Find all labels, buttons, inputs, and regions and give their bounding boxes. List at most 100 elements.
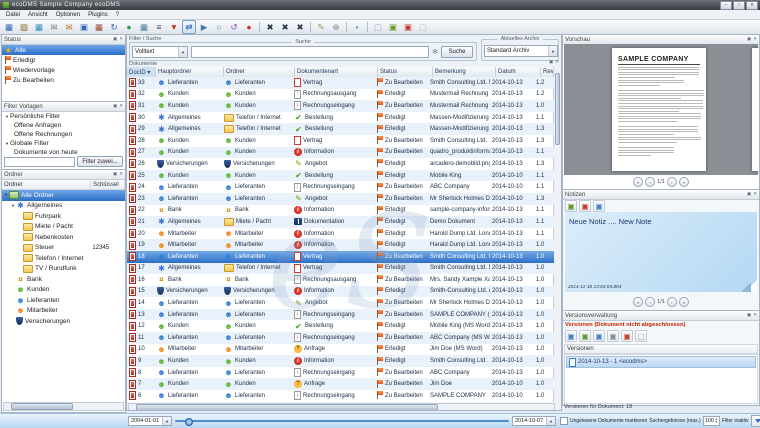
documents-vscrollbar[interactable] xyxy=(553,67,561,402)
table-row[interactable]: 20MitarbeiterMitarbeiterInformationErled… xyxy=(127,228,554,240)
filter-name-input[interactable] xyxy=(4,157,75,167)
stop-icon[interactable]: ● xyxy=(242,20,256,34)
web-icon[interactable]: ● xyxy=(122,20,136,34)
column-header-dokumentenart[interactable]: Dokumentenart xyxy=(295,67,378,77)
new-document-icon[interactable]: ▢ xyxy=(371,20,385,34)
search-input[interactable] xyxy=(191,46,429,58)
next-page-button[interactable]: › xyxy=(667,177,677,187)
minimize-button[interactable]: – xyxy=(720,1,732,10)
last-page-button[interactable]: » xyxy=(679,297,689,307)
float-icon[interactable]: ▣ xyxy=(747,192,751,197)
close-icon[interactable]: ✕ xyxy=(119,172,123,177)
blank-document-icon[interactable]: ▢ xyxy=(416,20,430,34)
date-to-picker[interactable]: 2014-10-07 ▼ xyxy=(512,416,556,426)
table-row[interactable]: 22BankBankInformationErledigtsample-comp… xyxy=(127,205,554,217)
table-row[interactable]: 25KundenKundenBestellungErledigtMobile K… xyxy=(127,170,554,182)
assign-filter-button[interactable]: Filter zuwei... xyxy=(77,156,123,167)
maximize-button[interactable]: □ xyxy=(733,1,745,10)
status-item-alle[interactable]: Alle xyxy=(2,45,125,55)
archive-icon[interactable]: ▼ xyxy=(167,20,181,34)
table-row[interactable]: 18LieferantenLieferantenVertragZu Bearbe… xyxy=(127,251,554,263)
table-row[interactable]: 16BankBankRechnungsausgangZu BearbeitenM… xyxy=(127,274,554,286)
edit-note-icon[interactable]: ▣ xyxy=(593,200,605,212)
table-row[interactable]: 30AllgemeinesTelefon / InternetBestellun… xyxy=(127,112,554,124)
archive-combobox[interactable]: Standard Archiv ▼ xyxy=(484,45,558,57)
status-item-erledigt[interactable]: Erledigt xyxy=(2,55,125,65)
version-list-item[interactable]: 2014-10-13 - 1 <ecodms> xyxy=(566,356,756,368)
versions-list-header[interactable]: Versionen xyxy=(564,344,758,354)
table-row[interactable]: 32KundenKundenRechnungsausgangErledigtMu… xyxy=(127,89,554,101)
add-note-icon[interactable]: ▣ xyxy=(565,200,577,212)
unread-checkbox[interactable] xyxy=(560,417,568,425)
folder-item-alle-ordner[interactable]: ▾Alle Ordner xyxy=(2,190,125,201)
email-add-icon[interactable]: ✉ xyxy=(62,20,76,34)
column-header-ordner[interactable]: Ordner xyxy=(2,180,91,189)
table-row[interactable]: 6LieferantenLieferantenRechnungseingangZ… xyxy=(127,390,554,402)
menu-item-item[interactable]: ? xyxy=(112,12,123,18)
table-row[interactable]: 8LieferantenLieferantenRechnungseingangZ… xyxy=(127,367,554,379)
column-header-status[interactable]: Status xyxy=(378,67,433,77)
table-row[interactable]: 9KundenKundenInformationErledigtSmith Co… xyxy=(127,355,554,367)
menu-item-ansicht[interactable]: Ansicht xyxy=(24,12,52,18)
remove-document-icon[interactable]: ▣ xyxy=(401,20,415,34)
folder-item-kunden[interactable]: Kunden xyxy=(2,285,125,296)
folder-item-allgemeines[interactable]: ▾Allgemeines xyxy=(2,201,125,212)
folder-item-steuer[interactable]: Steuer12345 xyxy=(2,243,125,254)
table-row[interactable]: 27KundenKundenInformationZu Bearbeitenqu… xyxy=(127,147,554,159)
calendar-icon[interactable]: ▦ xyxy=(92,20,106,34)
float-icon[interactable]: ▣ xyxy=(113,172,117,177)
prev-page-button[interactable]: ‹ xyxy=(645,177,655,187)
filter-template-offene-anfragen[interactable]: Offene Anfragen xyxy=(2,121,125,130)
close-icon[interactable]: ✕ xyxy=(119,37,123,42)
folders-hscrollbar[interactable] xyxy=(3,402,124,411)
filter-template-globale-filter[interactable]: ▾Globale Filter xyxy=(2,139,125,148)
date-slider-track[interactable] xyxy=(175,420,509,422)
documents-hscrollbar[interactable] xyxy=(128,403,555,411)
open-icon[interactable]: ▧ xyxy=(17,20,31,34)
float-icon[interactable]: ▣ xyxy=(113,37,117,42)
float-icon[interactable]: ▣ xyxy=(113,104,117,109)
filter-template-pers-nliche-filter[interactable]: ▾Persönliche Filter xyxy=(2,112,125,121)
folder-item-tv-rundfunk[interactable]: TV / Rundfunk xyxy=(2,264,125,275)
menu-item-optionen[interactable]: Optionen xyxy=(52,12,84,18)
refresh-icon[interactable]: ↺ xyxy=(227,20,241,34)
column-header-schluessel[interactable]: Schlüssel xyxy=(91,180,125,189)
float-icon[interactable]: ▣ xyxy=(549,60,553,65)
email-icon[interactable]: ✉ xyxy=(47,20,61,34)
sticky-note[interactable]: Neue Notiz .... New Note 2014-11-18 13:0… xyxy=(565,212,757,292)
close-icon[interactable]: ✕ xyxy=(119,104,123,109)
folder-item-nebenkosten[interactable]: Nebenkosten xyxy=(2,232,125,243)
column-header-ordner[interactable]: Ordner xyxy=(224,67,295,77)
table-view-icon[interactable]: ▦ xyxy=(137,20,151,34)
column-header-hauptordner[interactable]: Hauptordner xyxy=(156,67,224,77)
table-row[interactable]: 31KundenKundenRechnungseingangZu Bearbei… xyxy=(127,100,554,112)
table-row[interactable]: 13LieferantenLieferantenRechnungseingang… xyxy=(127,309,554,321)
delete-plus-icon[interactable]: ✖ xyxy=(278,20,292,34)
connections-icon[interactable]: ⇄ xyxy=(182,20,196,34)
column-header-datum[interactable]: Datum xyxy=(496,67,541,77)
search-settings-gear-icon[interactable]: ✻ xyxy=(432,48,438,56)
folder-item-versicherungen[interactable]: Versicherungen xyxy=(2,316,125,327)
search-button[interactable]: Suche xyxy=(441,46,473,58)
delete-version-icon[interactable]: ▣ xyxy=(621,330,633,342)
table-row[interactable]: 29AllgemeinesTelefon / InternetBestellun… xyxy=(127,123,554,135)
edit-document-icon[interactable]: ✎ xyxy=(314,20,328,34)
prev-page-button[interactable]: ‹ xyxy=(645,297,655,307)
add-version-icon[interactable]: ▣ xyxy=(579,330,591,342)
close-icon[interactable]: ✕ xyxy=(753,313,757,318)
history-icon[interactable]: ↻ xyxy=(107,20,121,34)
add-document-icon[interactable]: ▣ xyxy=(386,20,400,34)
status-item-wiedervorlage[interactable]: Wiedervorlage xyxy=(2,65,125,75)
finalize-version-icon[interactable]: ▢ xyxy=(635,330,647,342)
list-view-icon[interactable]: ≡ xyxy=(152,20,166,34)
menu-item-plugins[interactable]: Plugins xyxy=(84,12,112,18)
results-spinner[interactable]: 100 ▲▼ xyxy=(703,416,720,426)
close-icon[interactable]: ✕ xyxy=(753,37,757,42)
attachment-icon[interactable]: ⊕ xyxy=(329,20,343,34)
table-row[interactable]: 14LieferantenLieferantenAngebotZu Bearbe… xyxy=(127,297,554,309)
folder-item-lieferanten[interactable]: Lieferanten xyxy=(2,295,125,306)
first-page-button[interactable]: « xyxy=(633,177,643,187)
preview-area[interactable]: SAMPLE COMPANY xyxy=(564,44,758,175)
table-row[interactable]: 33LieferantenLieferantenVertragZu Bearbe… xyxy=(127,77,554,89)
delete-note-icon[interactable]: ▣ xyxy=(579,200,591,212)
